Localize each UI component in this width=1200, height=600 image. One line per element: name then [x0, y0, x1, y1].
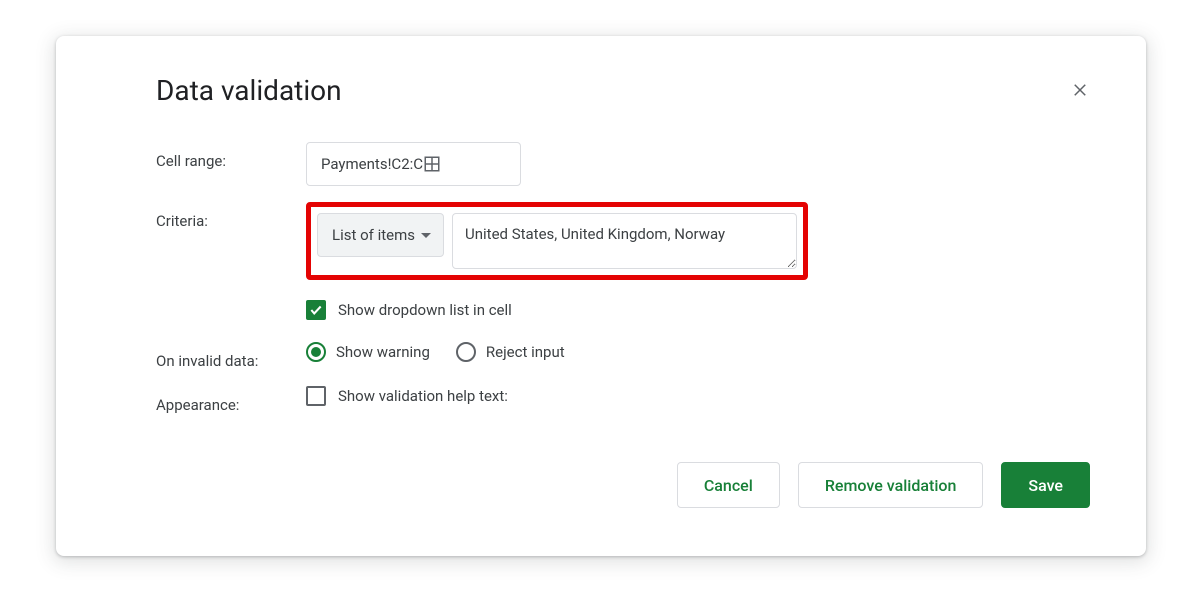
criteria-row: Criteria: List of items	[156, 202, 1098, 280]
data-validation-dialog: Data validation Cell range: Payments!C2:…	[56, 36, 1146, 556]
dialog-button-row: Cancel Remove validation Save	[156, 462, 1098, 508]
cell-range-row: Cell range: Payments!C2:C	[156, 142, 1098, 186]
show-dropdown-label: Show dropdown list in cell	[338, 301, 512, 319]
appearance-checkbox-label: Show validation help text:	[338, 387, 508, 405]
radio-show-warning-label: Show warning	[336, 343, 430, 361]
grid-icon	[423, 155, 441, 173]
cell-range-label: Cell range:	[156, 142, 306, 170]
criteria-items-input[interactable]	[452, 213, 797, 269]
criteria-dropdown[interactable]: List of items	[317, 213, 444, 257]
cell-range-value: Payments!C2:C	[321, 155, 423, 173]
cell-range-input[interactable]: Payments!C2:C	[306, 142, 521, 186]
select-range-button[interactable]	[423, 155, 510, 173]
remove-validation-button[interactable]: Remove validation	[798, 462, 984, 508]
check-icon	[309, 303, 323, 317]
appearance-label: Appearance:	[156, 386, 306, 414]
chevron-down-icon	[421, 233, 431, 238]
radio-icon	[456, 342, 476, 362]
appearance-checkbox[interactable]	[306, 386, 326, 406]
criteria-dropdown-label: List of items	[332, 226, 415, 244]
radio-reject-input[interactable]: Reject input	[456, 342, 565, 362]
radio-show-warning[interactable]: Show warning	[306, 342, 430, 362]
appearance-row: Appearance: Show validation help text:	[156, 386, 1098, 414]
show-dropdown-checkbox[interactable]	[306, 300, 326, 320]
close-icon	[1071, 81, 1089, 99]
on-invalid-label: On invalid data:	[156, 342, 306, 370]
invalid-radio-group: Show warning Reject input	[306, 342, 565, 362]
show-dropdown-row: Show dropdown list in cell	[306, 300, 1098, 320]
cancel-button[interactable]: Cancel	[677, 462, 780, 508]
close-button[interactable]	[1062, 72, 1098, 108]
criteria-label: Criteria:	[156, 202, 306, 230]
dialog-header: Data validation	[156, 72, 1098, 108]
criteria-highlight: List of items	[306, 202, 808, 280]
on-invalid-row: On invalid data: Show warning Reject inp…	[156, 342, 1098, 370]
radio-reject-input-label: Reject input	[486, 343, 565, 361]
radio-icon	[306, 342, 326, 362]
save-button[interactable]: Save	[1001, 462, 1090, 508]
dialog-title: Data validation	[156, 74, 342, 107]
